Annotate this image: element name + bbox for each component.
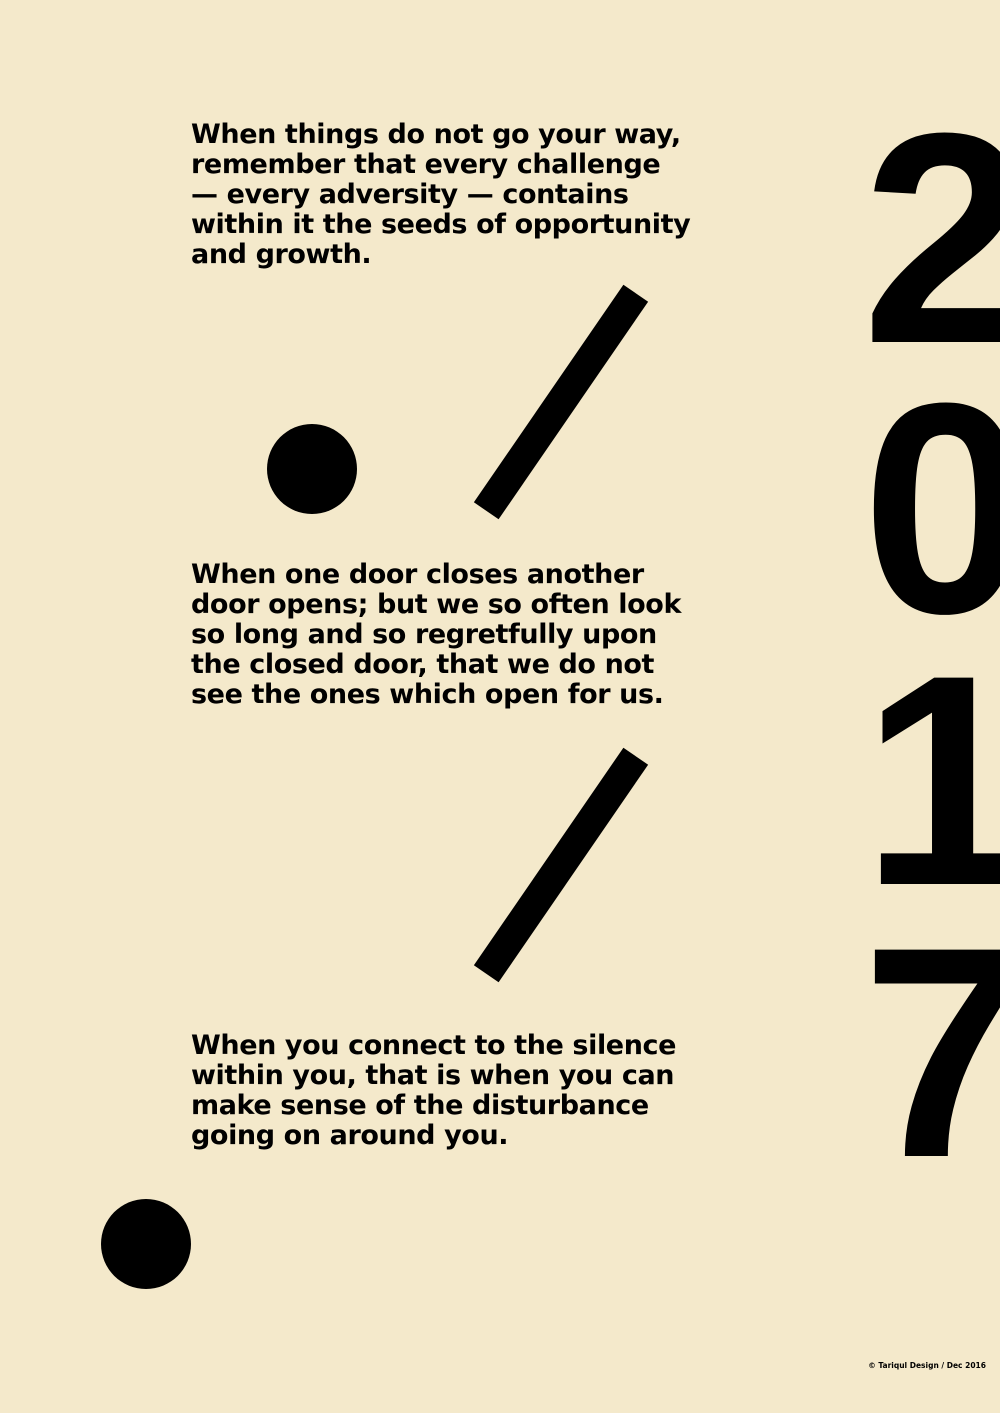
quote-text: When one door closes another door opens;…	[191, 559, 681, 710]
year-digit: 7	[862, 884, 1000, 1220]
credit-line: © Tariqul Design / Dec 2016	[868, 1361, 986, 1370]
quote-text: When things do not go your way, remember…	[191, 119, 691, 270]
slash-shape	[473, 284, 649, 520]
quote-text: When you connect to the silence within y…	[191, 1030, 677, 1151]
dot-shape	[101, 1199, 191, 1289]
poster: When things do not go your way, remember…	[0, 0, 1000, 1413]
slash-shape	[473, 747, 649, 983]
dot-shape	[267, 424, 357, 514]
